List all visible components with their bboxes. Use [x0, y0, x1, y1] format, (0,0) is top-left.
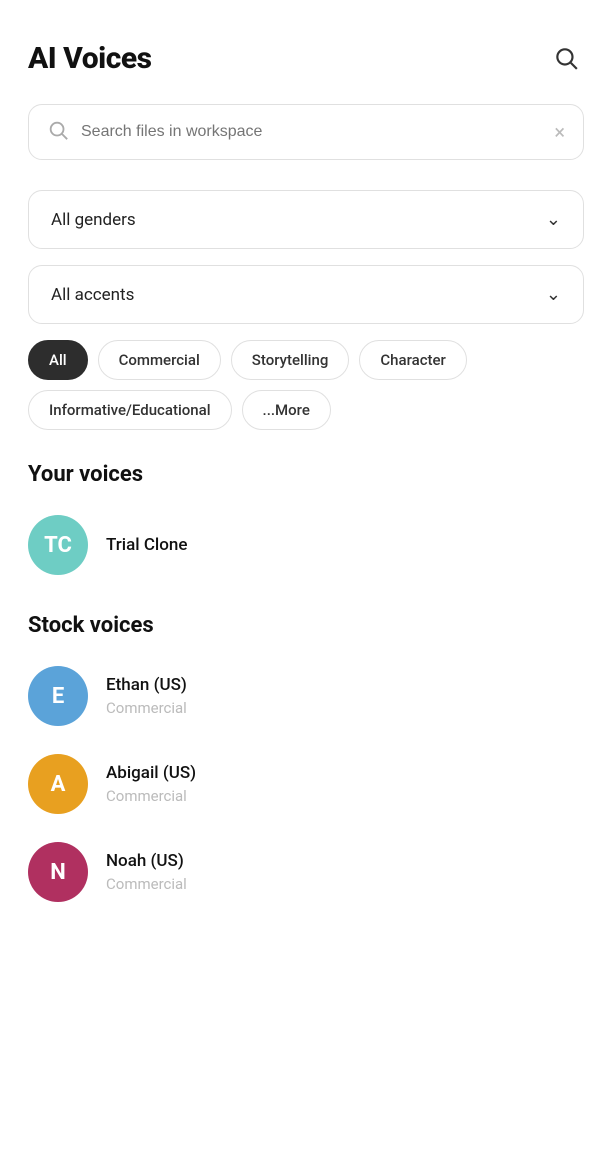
search-input[interactable] [81, 123, 542, 141]
avatar: E [28, 666, 88, 726]
voice-info: Abigail (US) Commercial [106, 763, 196, 805]
search-icon-button[interactable] [548, 40, 584, 76]
voice-name: Trial Clone [106, 535, 187, 555]
voice-item[interactable]: TC Trial Clone [28, 505, 584, 585]
filter-chip-all[interactable]: All [28, 340, 88, 380]
voice-name: Ethan (US) [106, 675, 187, 695]
voice-type: Commercial [106, 699, 187, 717]
avatar: N [28, 842, 88, 902]
voice-name: Noah (US) [106, 851, 187, 871]
voice-name: Abigail (US) [106, 763, 196, 783]
filter-chip-more[interactable]: ...More [242, 390, 331, 430]
accent-dropdown-chevron: ⌄ [546, 284, 561, 305]
your-voices-list: TC Trial Clone [28, 505, 584, 585]
voice-type: Commercial [106, 787, 196, 805]
gender-dropdown-chevron: ⌄ [546, 209, 561, 230]
avatar: A [28, 754, 88, 814]
stock-voices-section: Stock voices E Ethan (US) Commercial A Abiga… [28, 613, 584, 912]
page-container: AI Voices × All genders ⌄ All accents ⌄ … [0, 0, 612, 962]
page-title: AI Voices [28, 41, 152, 76]
voice-item[interactable]: N Noah (US) Commercial [28, 832, 584, 912]
voice-type: Commercial [106, 875, 187, 893]
voice-info: Noah (US) Commercial [106, 851, 187, 893]
search-bar[interactable]: × [28, 104, 584, 160]
search-icon [553, 45, 579, 71]
voice-info: Trial Clone [106, 535, 187, 555]
accent-dropdown[interactable]: All accents ⌄ [28, 265, 584, 324]
filter-chip-informativeeducational[interactable]: Informative/Educational [28, 390, 232, 430]
filter-chips: AllCommercialStorytellingCharacter Inform… [28, 340, 584, 430]
header: AI Voices [28, 40, 584, 76]
gender-dropdown-label: All genders [51, 210, 136, 230]
clear-search-button[interactable]: × [554, 122, 565, 142]
gender-dropdown[interactable]: All genders ⌄ [28, 190, 584, 249]
filter-chip-commercial[interactable]: Commercial [98, 340, 221, 380]
your-voices-section: Your voices TC Trial Clone [28, 462, 584, 585]
accent-dropdown-label: All accents [51, 285, 134, 305]
voice-item[interactable]: E Ethan (US) Commercial [28, 656, 584, 736]
stock-voices-list: E Ethan (US) Commercial A Abigail (US) Commer… [28, 656, 584, 912]
voice-item[interactable]: A Abigail (US) Commercial [28, 744, 584, 824]
filter-chip-character[interactable]: Character [359, 340, 467, 380]
avatar: TC [28, 515, 88, 575]
stock-voices-title: Stock voices [28, 613, 584, 638]
filter-chip-storytelling[interactable]: Storytelling [231, 340, 350, 380]
voice-info: Ethan (US) Commercial [106, 675, 187, 717]
search-bar-icon [47, 119, 69, 145]
your-voices-title: Your voices [28, 462, 584, 487]
